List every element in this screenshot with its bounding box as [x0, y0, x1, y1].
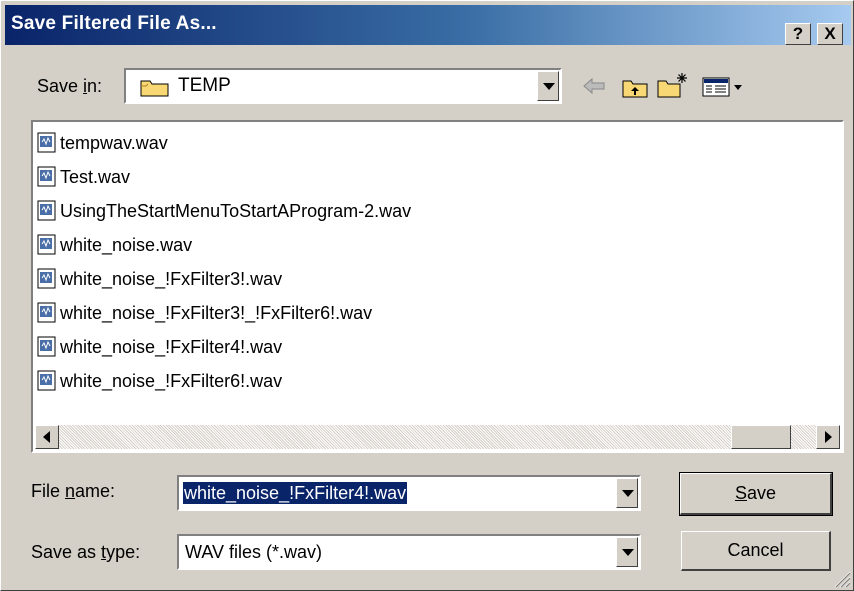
folder-icon [140, 80, 169, 97]
arrow-left-icon [43, 431, 50, 443]
save-type-dropdown-button[interactable] [616, 537, 638, 567]
save-type-label: Save as type: [31, 542, 141, 562]
chevron-down-icon [622, 490, 634, 497]
save-in-dropdown-button[interactable] [537, 71, 559, 101]
wav-file-icon [37, 166, 56, 187]
scroll-right-button[interactable] [816, 425, 840, 449]
close-button[interactable]: X [817, 23, 843, 45]
wav-file-icon [37, 336, 56, 357]
save-in-value: TEMP [178, 75, 231, 96]
wav-file-icon [37, 234, 56, 255]
view-menu-icon[interactable] [701, 75, 747, 99]
list-item[interactable]: white_noise_!FxFilter3!.wav [37, 264, 282, 294]
chevron-down-icon [622, 549, 634, 556]
save-type-dropdown[interactable]: WAV files (*.wav) [177, 534, 641, 570]
dialog-title: Save Filtered File As... [11, 13, 217, 34]
chevron-down-icon [543, 83, 555, 90]
back-arrow-icon[interactable] [581, 75, 607, 97]
wav-file-icon [37, 200, 56, 221]
save-button[interactable]: Save [679, 472, 833, 516]
wav-file-icon [37, 370, 56, 391]
file-name-value: white_noise_!FxFilter4!.wav [183, 482, 408, 504]
up-folder-icon[interactable] [621, 75, 649, 99]
file-name-combo[interactable]: white_noise_!FxFilter4!.wav [177, 475, 641, 511]
save-dialog: Save Filtered File As... ? X Save in: TE… [0, 0, 854, 591]
cancel-button[interactable]: Cancel [681, 531, 831, 571]
wav-file-icon [37, 268, 56, 289]
list-item[interactable]: white_noise_!FxFilter6!.wav [37, 366, 282, 396]
new-folder-icon[interactable] [656, 71, 690, 99]
file-list[interactable]: tempwav.wav Test.wav UsingTheStartMenuTo… [31, 120, 844, 453]
list-item[interactable]: Test.wav [37, 162, 130, 192]
scroll-thumb[interactable] [731, 425, 791, 449]
horizontal-scrollbar[interactable] [35, 425, 840, 449]
list-item[interactable]: UsingTheStartMenuToStartAProgram-2.wav [37, 196, 411, 226]
wav-file-icon [37, 132, 56, 153]
list-item[interactable]: white_noise.wav [37, 230, 192, 260]
save-type-value: WAV files (*.wav) [185, 542, 323, 562]
list-item[interactable]: white_noise_!FxFilter4!.wav [37, 332, 282, 362]
list-item[interactable]: white_noise_!FxFilter3!_!FxFilter6!.wav [37, 298, 372, 328]
wav-file-icon [37, 302, 56, 323]
resize-grip-icon[interactable] [831, 568, 851, 588]
arrow-right-icon [825, 431, 832, 443]
scroll-left-button[interactable] [35, 425, 59, 449]
save-in-label: Save in: [37, 76, 103, 96]
help-button[interactable]: ? [785, 23, 811, 45]
file-name-label: File name: [31, 481, 116, 501]
title-bar[interactable]: Save Filtered File As... ? X [5, 5, 851, 45]
file-name-dropdown-button[interactable] [616, 478, 638, 508]
save-in-dropdown[interactable]: TEMP [124, 68, 562, 104]
list-item[interactable]: tempwav.wav [37, 128, 168, 158]
file-name-input[interactable]: white_noise_!FxFilter4!.wav [183, 482, 408, 504]
